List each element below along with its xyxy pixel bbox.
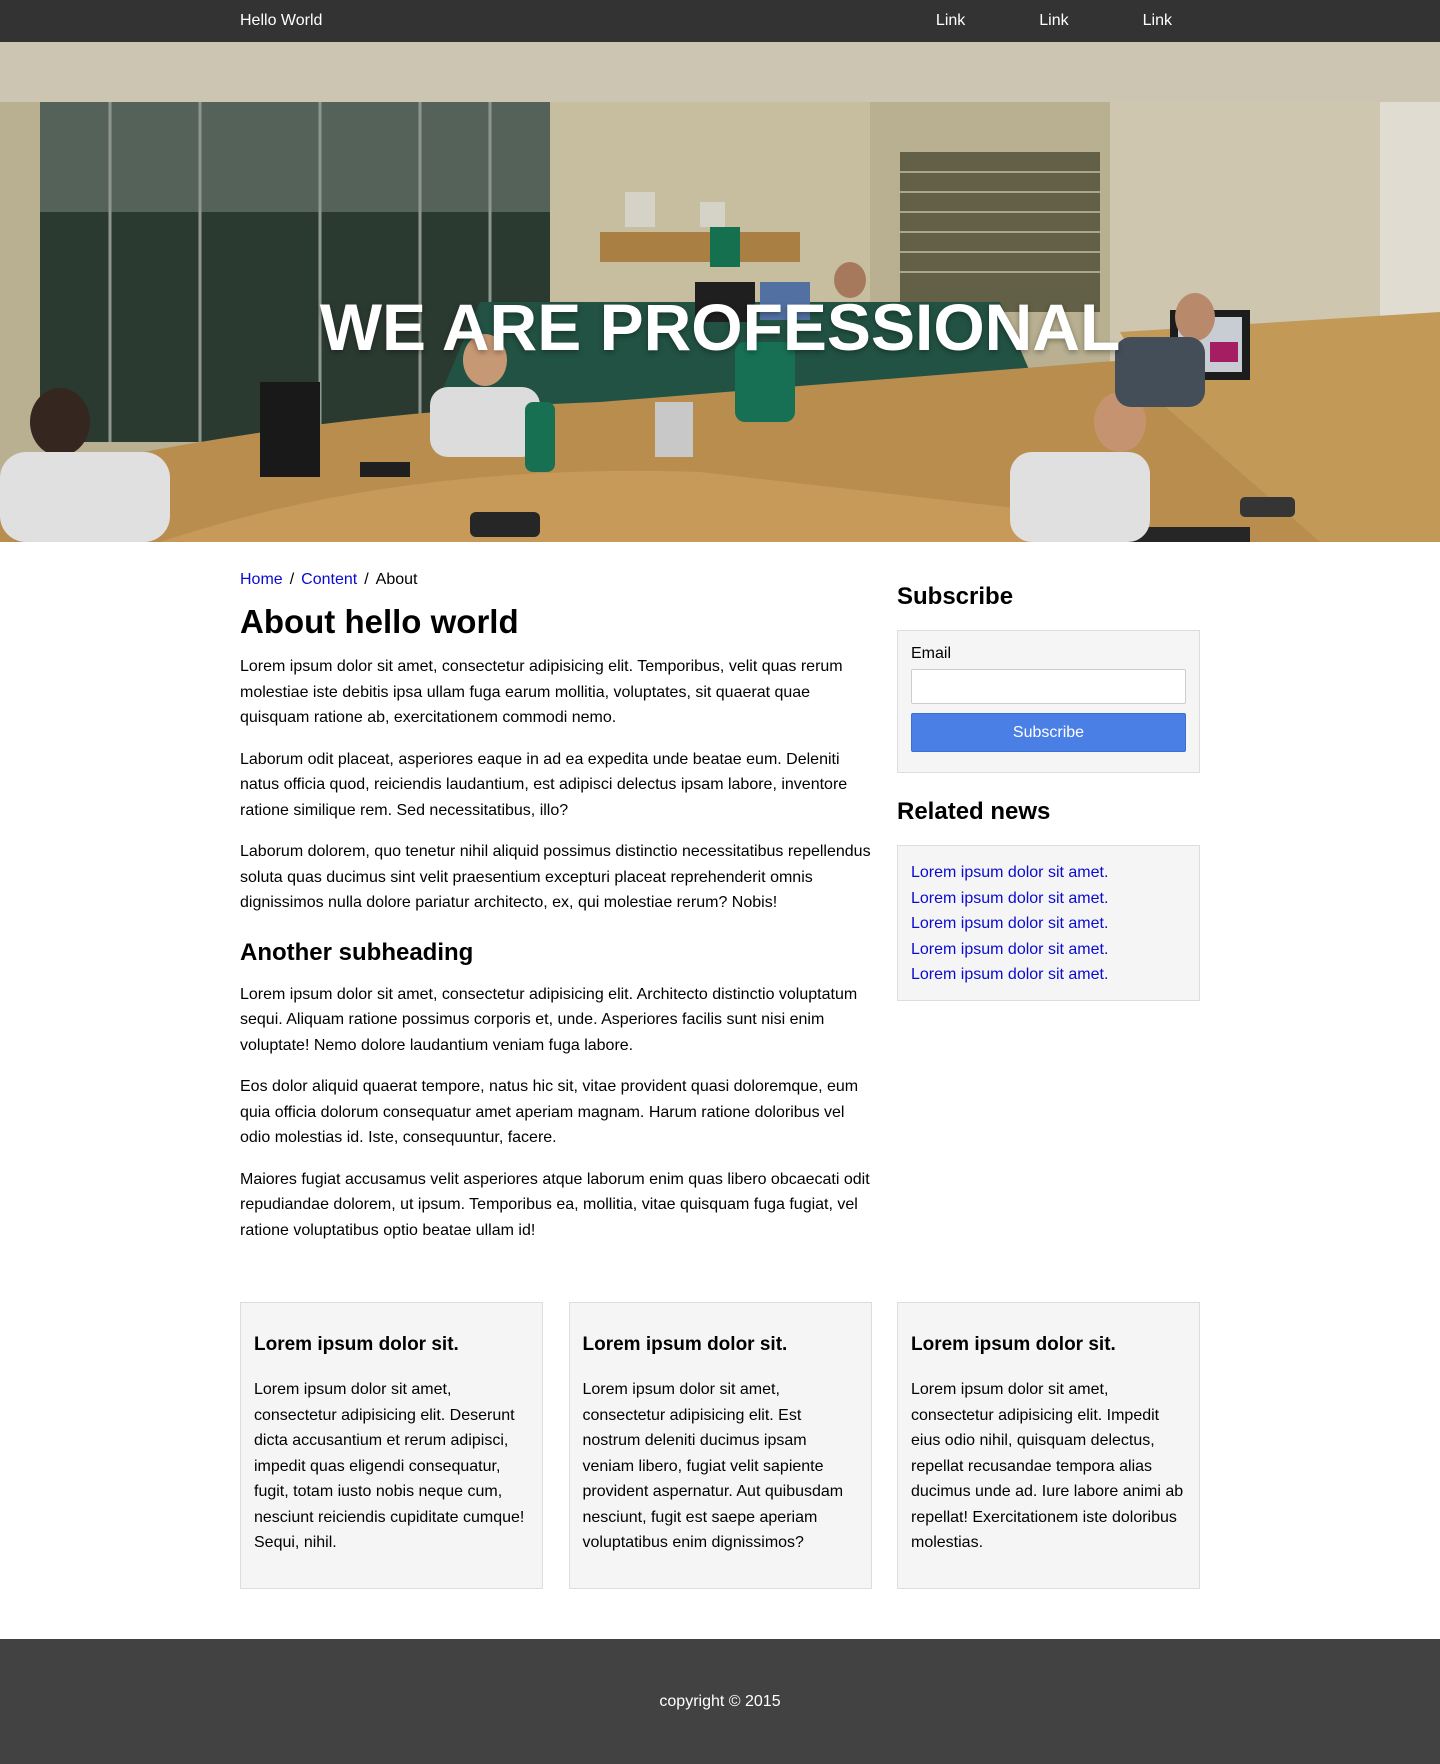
related-news-link[interactable]: Lorem ipsum dolor sit amet. <box>911 937 1186 963</box>
feature-text: Lorem ipsum dolor sit amet, consectetur … <box>254 1381 525 1551</box>
footer: copyright © 2015 <box>0 1639 1440 1764</box>
body-paragraph: Eos dolor aliquid quaerat tempore, natus… <box>240 1078 859 1146</box>
related-news-link[interactable]: Lorem ipsum dolor sit amet. <box>911 860 1186 886</box>
copyright-text: copyright © 2015 <box>659 1692 781 1710</box>
breadcrumb-home[interactable]: Home <box>240 571 283 588</box>
subscribe-button[interactable]: Subscribe <box>911 713 1186 752</box>
hero-title: WE ARE PROFESSIONAL <box>319 290 1121 364</box>
related-news-list: Lorem ipsum dolor sit amet. Lorem ipsum … <box>897 845 1200 1001</box>
feature-box: Lorem ipsum dolor sit. Lorem ipsum dolor… <box>568 1302 872 1589</box>
related-news-link[interactable]: Lorem ipsum dolor sit amet. <box>911 911 1186 937</box>
related-news-link[interactable]: Lorem ipsum dolor sit amet. <box>911 886 1186 912</box>
nav-link-3[interactable]: Link <box>1143 12 1172 30</box>
email-field[interactable] <box>911 669 1186 704</box>
breadcrumb-separator: / <box>364 571 369 588</box>
feature-boxes: Lorem ipsum dolor sit. Lorem ipsum dolor… <box>240 1302 1200 1589</box>
breadcrumb-current: About <box>375 571 418 588</box>
page-title: About hello world <box>240 603 519 640</box>
related-news-title: Related news <box>897 798 1051 825</box>
nav-links: Link Link Link <box>862 12 1172 30</box>
body-paragraph: Laborum odit placeat, asperiores eaque i… <box>240 750 848 819</box>
feature-title: Lorem ipsum dolor sit. <box>911 1334 1116 1355</box>
related-news-link[interactable]: Lorem ipsum dolor sit amet. <box>911 962 1186 988</box>
nav-link-1[interactable]: Link <box>936 12 965 30</box>
subscribe-title: Subscribe <box>897 583 1014 610</box>
body-paragraph: Laborum dolorem, quo tenetur nihil aliqu… <box>240 843 871 911</box>
breadcrumb-content[interactable]: Content <box>301 571 357 588</box>
subheading: Another subheading <box>240 938 474 966</box>
main-content: Home / Content / About About hello world Lor… <box>240 542 872 1259</box>
feature-box: Lorem ipsum dolor sit. Lorem ipsum dolor… <box>897 1302 1200 1589</box>
email-label: Email <box>911 645 952 662</box>
body-paragraph: Maiores fugiat accusamus velit asperiore… <box>240 1170 870 1239</box>
nav-link-2[interactable]: Link <box>1039 12 1068 30</box>
feature-title: Lorem ipsum dolor sit. <box>254 1334 459 1355</box>
subscribe-form: Email Subscribe <box>897 630 1200 773</box>
sidebar: Subscribe Email Subscribe Related news L… <box>897 542 1200 1259</box>
body-paragraph: Lorem ipsum dolor sit amet, consectetur … <box>240 658 843 726</box>
top-navbar: Hello World Link Link Link <box>0 0 1440 42</box>
feature-text: Lorem ipsum dolor sit amet, consectetur … <box>911 1381 1184 1551</box>
body-paragraph: Lorem ipsum dolor sit amet, consectetur … <box>240 985 858 1054</box>
breadcrumb-separator: / <box>289 571 295 588</box>
content-container: Home / Content / About About hello world Lor… <box>240 542 1200 1259</box>
breadcrumb: Home / Content / About <box>240 570 872 590</box>
brand-link[interactable]: Hello World <box>240 12 322 30</box>
hero-banner: WE ARE PROFESSIONAL <box>0 42 1440 542</box>
feature-box: Lorem ipsum dolor sit. Lorem ipsum dolor… <box>240 1302 543 1589</box>
feature-text: Lorem ipsum dolor sit amet, consectetur … <box>582 1381 844 1551</box>
feature-title: Lorem ipsum dolor sit. <box>582 1334 788 1355</box>
